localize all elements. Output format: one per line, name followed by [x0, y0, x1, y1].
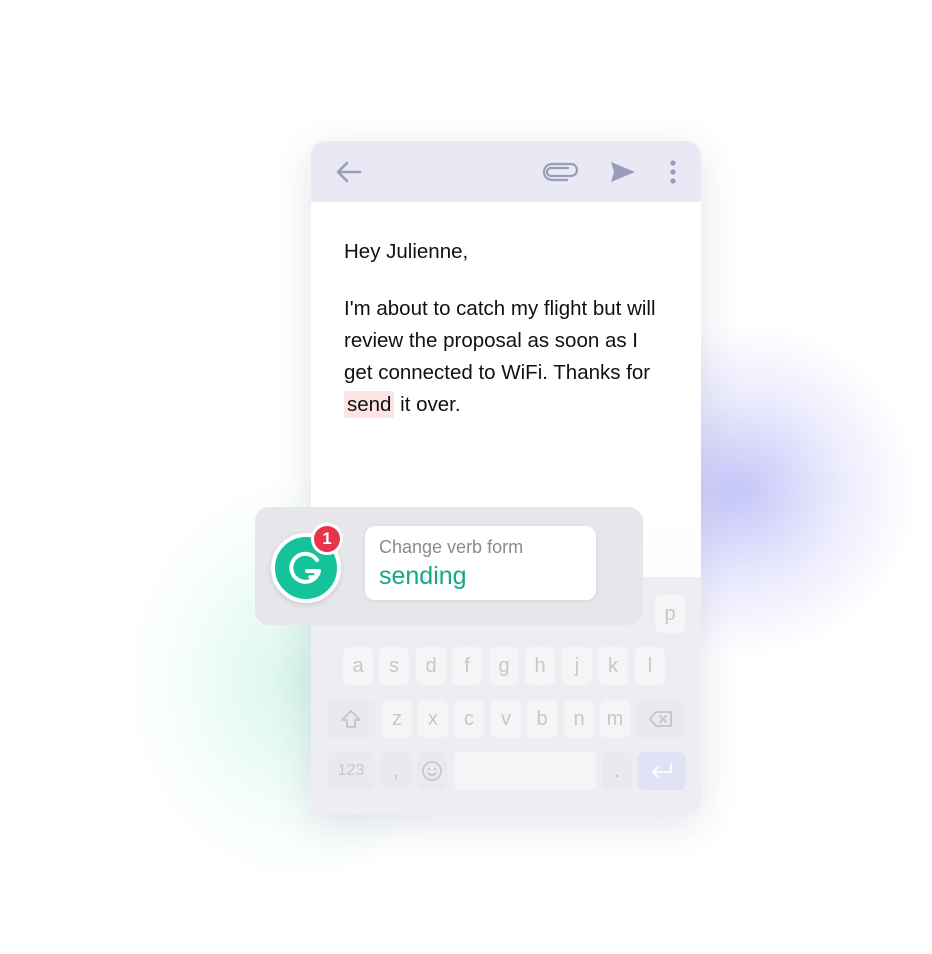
key-k[interactable]: k — [598, 647, 628, 685]
email-body[interactable]: Hey Julienne, I'm about to catch my flig… — [344, 236, 671, 446]
email-text-part1: I'm about to catch my flight but will re… — [344, 297, 656, 384]
suggestion-replacement[interactable]: sending — [379, 562, 467, 591]
key-l[interactable]: l — [635, 647, 665, 685]
suggestion-card[interactable]: Change verb form sending — [365, 526, 596, 600]
shift-icon — [341, 710, 361, 728]
grammarly-button[interactable]: 1 — [271, 523, 343, 603]
back-arrow-icon[interactable] — [331, 141, 365, 202]
key-s[interactable]: s — [379, 647, 409, 685]
key-v[interactable]: v — [491, 700, 521, 738]
key-h[interactable]: h — [525, 647, 555, 685]
grammarly-suggestion-popup: 1 Change verb form sending — [255, 507, 643, 625]
key-d[interactable]: d — [416, 647, 446, 685]
email-greeting: Hey Julienne, — [344, 240, 469, 263]
compose-toolbar — [311, 141, 701, 202]
key-f[interactable]: f — [452, 647, 482, 685]
key-j[interactable]: j — [562, 647, 592, 685]
key-g[interactable]: g — [489, 647, 519, 685]
emoji-icon — [422, 761, 442, 781]
email-paragraph: I'm about to catch my flight but will re… — [344, 293, 671, 421]
key-b[interactable]: b — [527, 700, 557, 738]
key-c[interactable]: c — [454, 700, 484, 738]
emoji-key[interactable] — [417, 752, 447, 790]
suggestion-label: Change verb form — [379, 537, 524, 557]
shift-key[interactable] — [327, 700, 375, 738]
space-key[interactable] — [454, 752, 596, 790]
numbers-key[interactable]: 123 — [327, 752, 375, 790]
suggestion-count-badge: 1 — [311, 523, 343, 555]
key-a[interactable]: a — [343, 647, 373, 685]
key-n[interactable]: n — [564, 700, 594, 738]
key-m[interactable]: m — [600, 700, 630, 738]
return-key[interactable] — [638, 752, 686, 790]
return-icon — [652, 763, 672, 778]
backspace-icon — [649, 711, 672, 727]
more-vertical-icon[interactable] — [663, 141, 683, 202]
key-p[interactable]: p — [655, 595, 685, 633]
paperclip-icon[interactable] — [541, 141, 579, 202]
period-key[interactable]: . — [602, 752, 632, 790]
email-text-part2: it over. — [394, 393, 461, 416]
flagged-word-highlight[interactable]: send — [344, 391, 395, 418]
send-icon[interactable] — [607, 141, 639, 202]
key-z[interactable]: z — [382, 700, 412, 738]
backspace-key[interactable] — [637, 700, 685, 738]
email-compose-window: Hey Julienne, I'm about to catch my flig… — [311, 141, 701, 814]
comma-key[interactable]: , — [381, 752, 411, 790]
key-x[interactable]: x — [418, 700, 448, 738]
